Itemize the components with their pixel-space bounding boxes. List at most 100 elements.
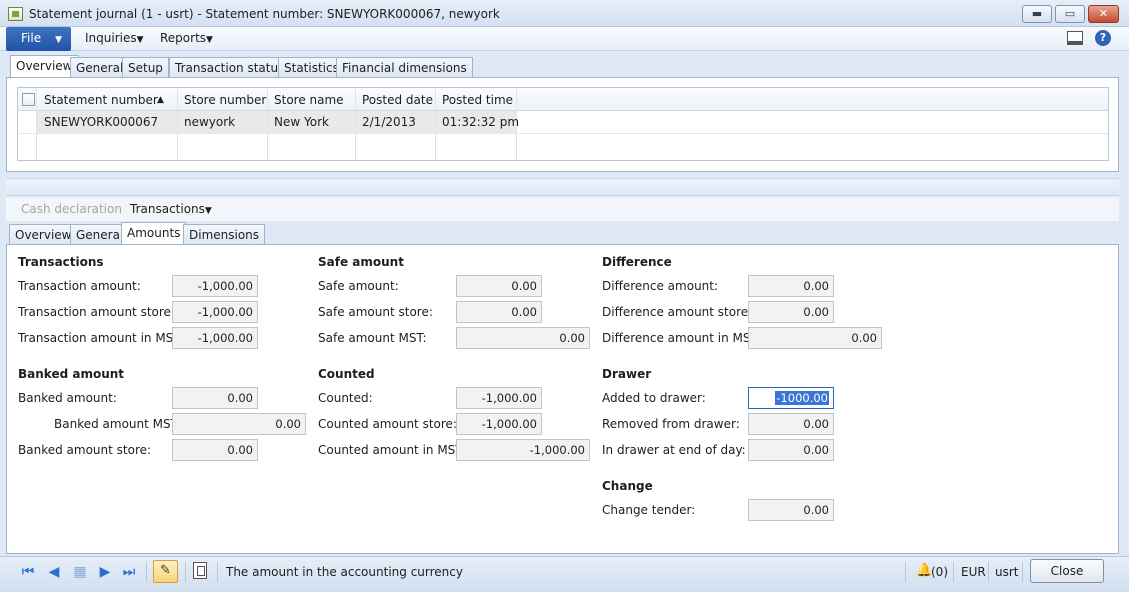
removed-from-drawer-label: Removed from drawer: — [602, 417, 740, 431]
file-menu[interactable]: File ▼ — [6, 27, 71, 51]
column-header-store-name[interactable]: Store name — [274, 93, 344, 107]
transactions-menu[interactable]: Transactions▼ — [130, 202, 212, 216]
layout-icon[interactable] — [1067, 31, 1083, 45]
change-tender-field[interactable]: 0.00 — [748, 499, 834, 521]
safe-amount-store-field[interactable]: 0.00 — [456, 301, 542, 323]
counted-field[interactable]: -1,000.00 — [456, 387, 542, 409]
banked-amount-field[interactable]: 0.00 — [172, 387, 258, 409]
maximize-button[interactable]: ▭ — [1055, 5, 1085, 23]
transaction-amount-mst-label: Transaction amount in MST: — [18, 331, 184, 345]
counted-amount-store-field[interactable]: -1,000.00 — [456, 413, 542, 435]
difference-amount-mst-label: Difference amount in MST: — [602, 331, 761, 345]
safe-amount-mst-field[interactable]: 0.00 — [456, 327, 590, 349]
tab-amounts[interactable]: Amounts — [121, 222, 187, 244]
difference-amount-store-label: Difference amount store: — [602, 305, 753, 319]
column-header-statement-number[interactable]: Statement number — [44, 93, 158, 107]
cell-posted-date[interactable]: 2/1/2013 — [362, 115, 416, 129]
banked-amount-store-field[interactable]: 0.00 — [172, 439, 258, 461]
bell-icon[interactable]: 🔔 — [916, 563, 932, 578]
separator — [1022, 562, 1023, 582]
panel-splitter[interactable] — [6, 178, 1119, 196]
removed-from-drawer-field[interactable]: 0.00 — [748, 413, 834, 435]
reports-menu-label: Reports — [160, 31, 207, 45]
tab-setup[interactable]: Setup — [122, 57, 169, 77]
column-divider — [267, 88, 268, 160]
safe-amount-group-title: Safe amount — [318, 255, 404, 269]
separator — [953, 562, 954, 582]
tab-dimensions[interactable]: Dimensions — [183, 224, 266, 244]
minimize-button[interactable]: ▬ — [1022, 5, 1052, 23]
tab-financial-dimensions[interactable]: Financial dimensions — [336, 57, 473, 77]
cell-store-name[interactable]: New York — [274, 115, 329, 129]
chevron-down-icon: ▼ — [55, 35, 63, 45]
edit-pencil-icon[interactable]: ✎ — [153, 560, 178, 583]
row-divider — [18, 133, 1108, 134]
difference-group-title: Difference — [602, 255, 672, 269]
counted-label: Counted: — [318, 391, 373, 405]
file-menu-label: File — [21, 31, 42, 45]
transaction-amount-label: Transaction amount: — [18, 279, 141, 293]
safe-amount-store-label: Safe amount store: — [318, 305, 433, 319]
transaction-amount-field[interactable]: -1,000.00 — [172, 275, 258, 297]
previous-record-icon[interactable]: ◀ — [46, 564, 62, 580]
inquiries-menu[interactable]: Inquiries▼ — [85, 31, 144, 45]
separator — [146, 562, 147, 582]
grid-view-icon[interactable]: ▦ — [72, 564, 88, 580]
safe-amount-field[interactable]: 0.00 — [456, 275, 542, 297]
difference-amount-mst-field[interactable]: 0.00 — [748, 327, 882, 349]
change-group-title: Change — [602, 479, 653, 493]
transaction-amount-store-field[interactable]: -1,000.00 — [172, 301, 258, 323]
column-header-posted-date[interactable]: Posted date — [362, 93, 433, 107]
difference-amount-label: Difference amount: — [602, 279, 719, 293]
attachment-icon[interactable] — [193, 562, 207, 579]
banked-amount-mst-label: Banked amount MST: — [54, 417, 181, 431]
added-to-drawer-field[interactable]: -1000.00 — [748, 387, 834, 409]
banked-amount-mst-field[interactable]: 0.00 — [172, 413, 306, 435]
last-record-icon[interactable]: ⏭ — [121, 564, 137, 580]
help-icon[interactable]: ? — [1095, 30, 1111, 46]
currency-indicator[interactable]: EUR — [961, 565, 986, 579]
window-close-button[interactable]: ✕ — [1088, 5, 1119, 23]
chevron-down-icon: ▼ — [204, 206, 212, 216]
tab-lines-overview[interactable]: Overview — [9, 224, 78, 244]
window-title: Statement journal (1 - usrt) - Statement… — [29, 7, 500, 21]
column-divider — [435, 88, 436, 160]
banked-amount-label: Banked amount: — [18, 391, 117, 405]
difference-amount-field[interactable]: 0.00 — [748, 275, 834, 297]
in-drawer-end-of-day-field[interactable]: 0.00 — [748, 439, 834, 461]
reports-menu[interactable]: Reports▼ — [160, 31, 213, 45]
column-header-store-number[interactable]: Store number — [184, 93, 266, 107]
drawer-group-title: Drawer — [602, 367, 652, 381]
tab-overview[interactable]: Overview — [10, 55, 79, 77]
column-header-posted-time[interactable]: Posted time — [442, 93, 513, 107]
change-tender-label: Change tender: — [602, 503, 696, 517]
cell-posted-time[interactable]: 01:32:32 pm — [442, 115, 519, 129]
transaction-amount-mst-field[interactable]: -1,000.00 — [172, 327, 258, 349]
separator — [217, 562, 218, 582]
tab-statistics[interactable]: Statistics — [278, 57, 345, 77]
counted-group-title: Counted — [318, 367, 375, 381]
tab-transaction-status[interactable]: Transaction status — [169, 57, 291, 77]
notification-count[interactable]: (0) — [931, 565, 948, 579]
cell-statement-number[interactable]: SNEWYORK000067 — [44, 115, 158, 129]
safe-amount-mst-label: Safe amount MST: — [318, 331, 427, 345]
select-all-checkbox[interactable] — [22, 93, 35, 106]
separator — [988, 562, 989, 582]
close-button[interactable]: Close — [1030, 559, 1104, 583]
banked-amount-group-title: Banked amount — [18, 367, 125, 381]
added-to-drawer-label: Added to drawer: — [602, 391, 706, 405]
column-divider — [355, 88, 356, 160]
added-to-drawer-value: -1000.00 — [775, 391, 829, 405]
transactions-group-title: Transactions — [18, 255, 104, 269]
sort-ascending-icon: ▲ — [157, 95, 164, 105]
column-divider — [177, 88, 178, 160]
user-indicator[interactable]: usrt — [995, 565, 1019, 579]
next-record-icon[interactable]: ▶ — [97, 564, 113, 580]
difference-amount-store-field[interactable]: 0.00 — [748, 301, 834, 323]
column-divider — [36, 88, 37, 160]
cash-declaration-button[interactable]: Cash declaration — [21, 202, 122, 216]
tab-general[interactable]: General — [70, 57, 130, 77]
counted-amount-mst-field[interactable]: -1,000.00 — [456, 439, 590, 461]
cell-store-number[interactable]: newyork — [184, 115, 235, 129]
first-record-icon[interactable]: ⏮ — [20, 564, 36, 580]
